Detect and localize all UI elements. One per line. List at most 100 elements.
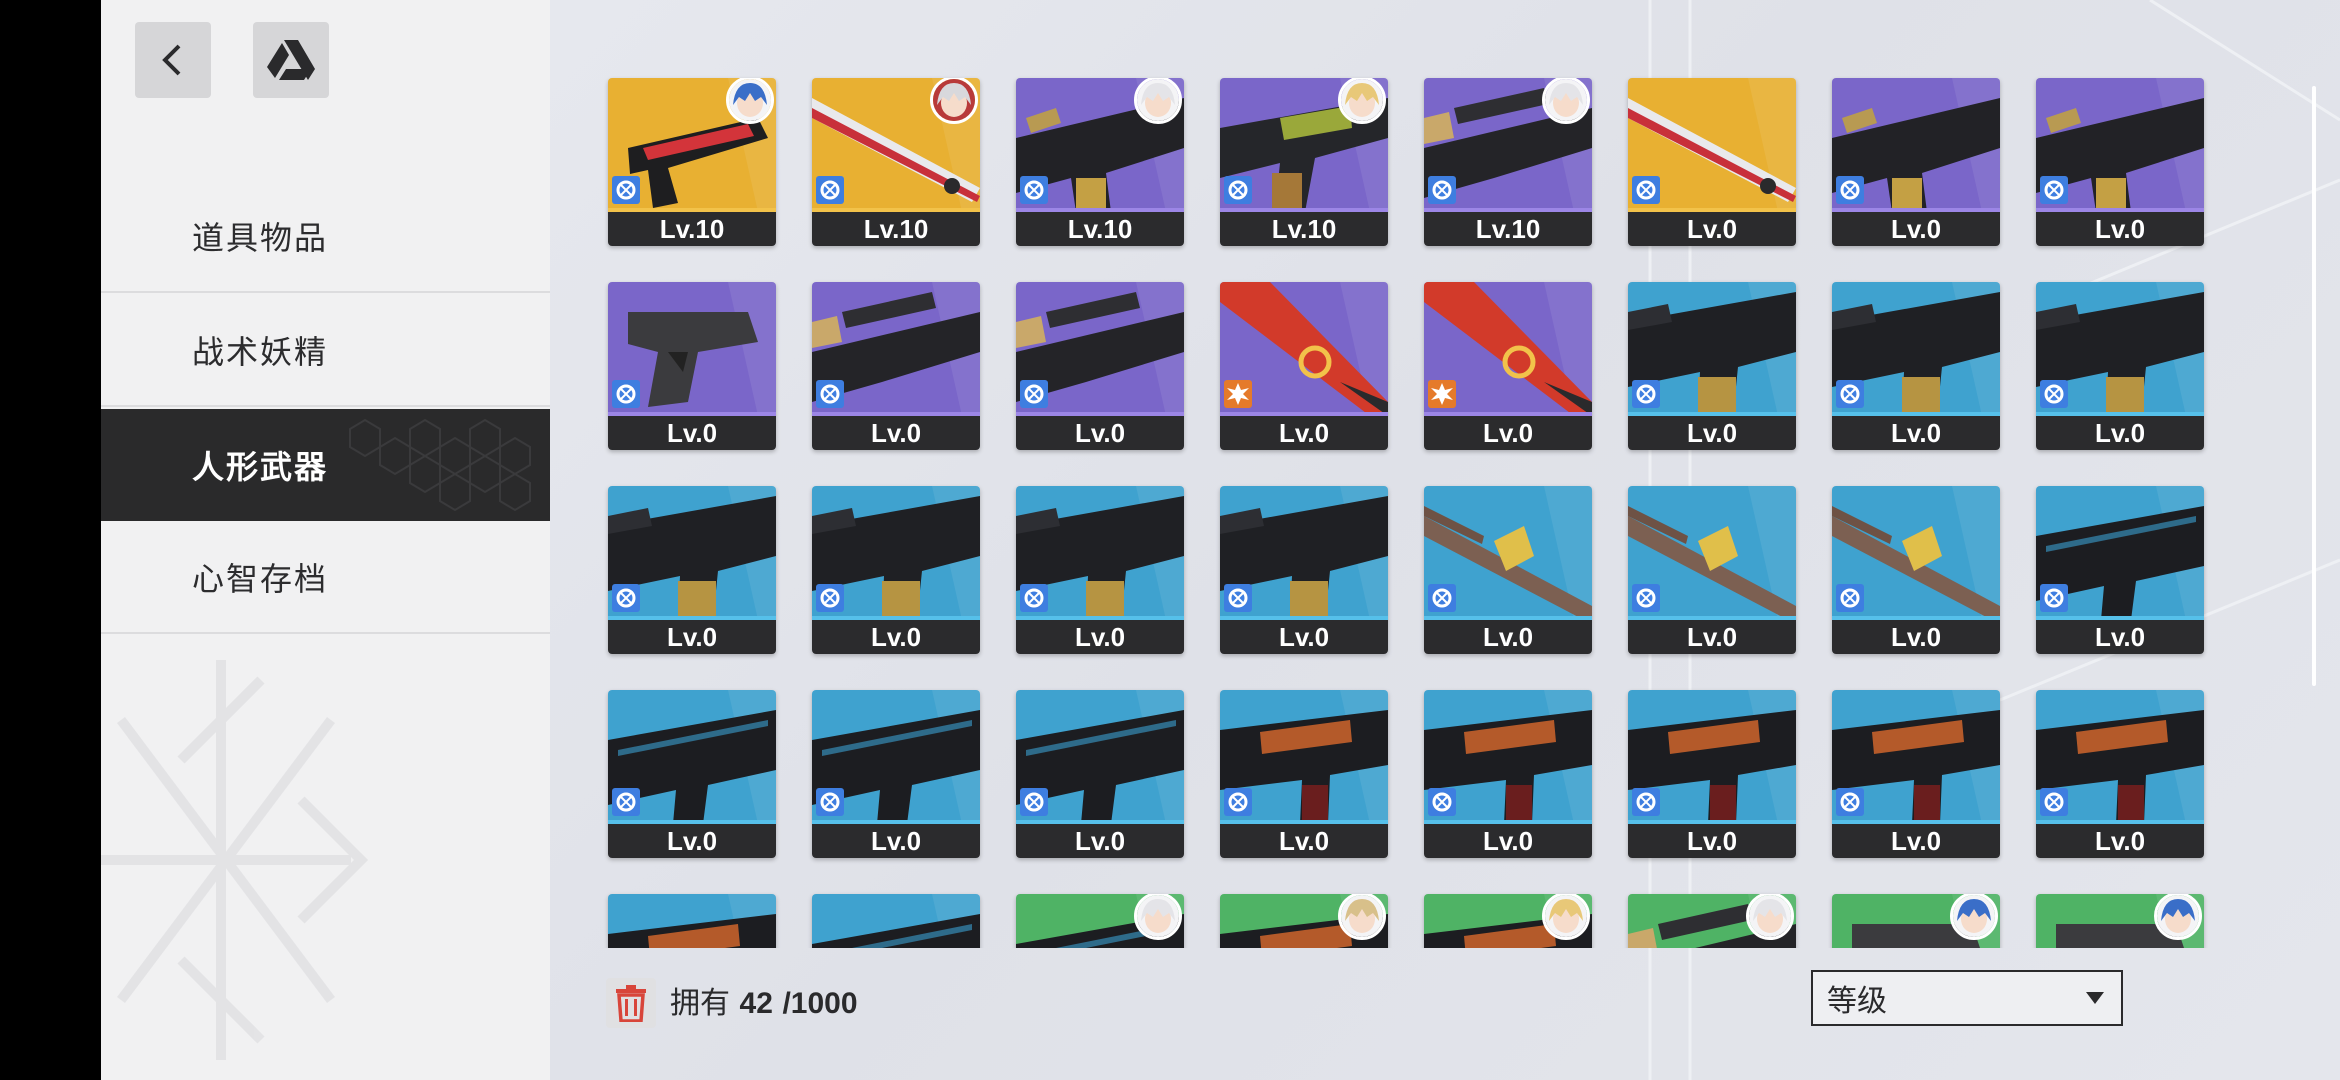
- weapon-card[interactable]: Lv.0: [1628, 486, 1796, 654]
- weapon-level: Lv.0: [1832, 620, 2000, 654]
- hydro-element-icon: [1020, 584, 1048, 612]
- weapon-card[interactable]: Lv.0: [1832, 690, 2000, 858]
- weapon-card[interactable]: [1832, 894, 2000, 948]
- weapon-card[interactable]: Lv.0: [812, 282, 980, 450]
- weapon-card[interactable]: Lv.10: [1016, 78, 1184, 246]
- sidebar-item-label: 道具物品: [192, 219, 329, 257]
- weapon-card[interactable]: Lv.0: [1220, 690, 1388, 858]
- weapon-card[interactable]: Lv.0: [1628, 78, 1796, 246]
- owned-label: 拥有: [670, 986, 730, 1021]
- weapon-level: Lv.0: [2036, 620, 2204, 654]
- weapon-card[interactable]: Lv.0: [608, 282, 776, 450]
- hydro-element-icon: [1632, 788, 1660, 816]
- hydro-element-icon: [2040, 176, 2068, 204]
- sidebar-item-neural-archive[interactable]: 心智存档: [101, 522, 550, 634]
- weapon-level: Lv.0: [812, 416, 980, 450]
- weapon-card[interactable]: Lv.10: [1220, 78, 1388, 246]
- sidebar-item-items[interactable]: 道具物品: [101, 181, 550, 293]
- weapon-card[interactable]: Lv.0: [1832, 486, 2000, 654]
- hydro-element-icon: [1632, 176, 1660, 204]
- weapon-card[interactable]: Lv.10: [812, 78, 980, 246]
- weapon-card[interactable]: [1424, 894, 1592, 948]
- hydro-element-icon: [612, 380, 640, 408]
- hydro-element-icon: [1836, 584, 1864, 612]
- hydro-element-icon: [1224, 788, 1252, 816]
- weapon-card[interactable]: Lv.0: [1016, 282, 1184, 450]
- drive-triangle-icon: [267, 40, 315, 80]
- screen: 道具物品 战术妖精 人形武器 心智存档 Lv.10 Lv.10 Lv.10 Lv…: [0, 0, 2340, 1080]
- weapon-level: Lv.0: [812, 824, 980, 858]
- weapon-card[interactable]: Lv.0: [1424, 282, 1592, 450]
- equipped-doll-avatar: [2154, 894, 2202, 940]
- weapon-level: Lv.0: [608, 824, 776, 858]
- sidebar-item-weapons[interactable]: 人形武器: [101, 409, 550, 521]
- weapon-card[interactable]: Lv.0: [1220, 282, 1388, 450]
- weapon-card[interactable]: Lv.0: [2036, 690, 2204, 858]
- weapon-level: Lv.0: [1424, 824, 1592, 858]
- weapon-level: Lv.0: [2036, 416, 2204, 450]
- weapon-level: Lv.0: [1628, 824, 1796, 858]
- weapon-card[interactable]: [812, 894, 980, 948]
- hydro-element-icon: [1836, 380, 1864, 408]
- sort-dropdown[interactable]: 等级: [1811, 970, 2123, 1026]
- hydro-element-icon: [1428, 176, 1456, 204]
- back-button[interactable]: [135, 22, 211, 98]
- equipped-doll-avatar: [726, 78, 774, 124]
- weapon-card[interactable]: Lv.0: [608, 690, 776, 858]
- hydro-element-icon: [2040, 584, 2068, 612]
- weapon-level: Lv.0: [1220, 416, 1388, 450]
- weapon-level: Lv.0: [1832, 416, 2000, 450]
- sidebar-item-fairies[interactable]: 战术妖精: [101, 295, 550, 407]
- weapon-card[interactable]: Lv.0: [1424, 690, 1592, 858]
- weapon-level: Lv.0: [1016, 620, 1184, 654]
- weapon-card[interactable]: [1220, 894, 1388, 948]
- weapon-card[interactable]: Lv.10: [1424, 78, 1592, 246]
- weapon-card[interactable]: Lv.0: [1832, 78, 2000, 246]
- equipped-doll-avatar: [1746, 894, 1794, 940]
- weapon-level: Lv.0: [1016, 824, 1184, 858]
- weapon-card[interactable]: [2036, 894, 2204, 948]
- hydro-element-icon: [612, 788, 640, 816]
- hydro-element-icon: [1020, 788, 1048, 816]
- weapon-card[interactable]: Lv.0: [812, 486, 980, 654]
- weapon-level: Lv.10: [1220, 212, 1388, 246]
- burn-element-icon: [1224, 380, 1252, 408]
- equipped-doll-avatar: [1338, 894, 1386, 940]
- weapon-card[interactable]: Lv.0: [1424, 486, 1592, 654]
- hydro-element-icon: [1020, 176, 1048, 204]
- weapon-card[interactable]: [1628, 894, 1796, 948]
- dismantle-button[interactable]: [606, 978, 656, 1028]
- weapon-card[interactable]: [1016, 894, 1184, 948]
- weapon-card[interactable]: [608, 894, 776, 948]
- weapon-card[interactable]: Lv.0: [1220, 486, 1388, 654]
- weapon-card[interactable]: Lv.0: [1016, 486, 1184, 654]
- hydro-element-icon: [816, 176, 844, 204]
- drive-button[interactable]: [253, 22, 329, 98]
- equipped-doll-avatar: [1134, 78, 1182, 124]
- hydro-element-icon: [1632, 584, 1660, 612]
- weapon-card[interactable]: Lv.0: [608, 486, 776, 654]
- weapon-level: Lv.10: [1424, 212, 1592, 246]
- weapon-card[interactable]: Lv.0: [1016, 690, 1184, 858]
- weapon-level: Lv.0: [2036, 212, 2204, 246]
- weapon-card[interactable]: Lv.0: [1628, 282, 1796, 450]
- weapon-level: Lv.10: [608, 212, 776, 246]
- weapon-card[interactable]: Lv.0: [2036, 486, 2204, 654]
- hydro-element-icon: [1428, 788, 1456, 816]
- weapon-level: Lv.0: [608, 620, 776, 654]
- weapon-level: Lv.10: [1016, 212, 1184, 246]
- weapon-card[interactable]: Lv.0: [2036, 282, 2204, 450]
- hydro-element-icon: [1632, 380, 1660, 408]
- owned-count: 42: [739, 987, 773, 1020]
- weapon-level: Lv.0: [1424, 620, 1592, 654]
- weapon-card[interactable]: Lv.0: [1628, 690, 1796, 858]
- weapon-card[interactable]: Lv.0: [1832, 282, 2000, 450]
- weapon-level: Lv.0: [2036, 824, 2204, 858]
- weapon-card[interactable]: Lv.0: [2036, 78, 2204, 246]
- scrollbar[interactable]: [2312, 86, 2316, 686]
- weapon-card[interactable]: Lv.0: [812, 690, 980, 858]
- owned-max: /1000: [782, 987, 858, 1020]
- weapon-card[interactable]: Lv.10: [608, 78, 776, 246]
- weapon-level: Lv.0: [812, 620, 980, 654]
- sidebar-item-label: 心智存档: [192, 560, 329, 598]
